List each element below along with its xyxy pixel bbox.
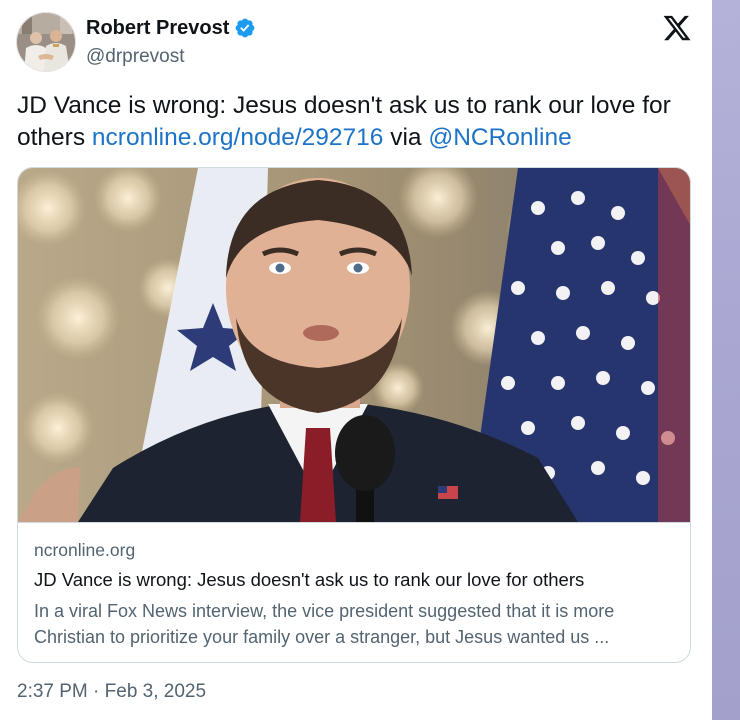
- avatar[interactable]: [16, 12, 76, 72]
- tweet-url-link[interactable]: ncronline.org/node/292716: [92, 124, 384, 151]
- tweet-card: Robert Prevost @drprevost JD Vance is wr…: [0, 0, 712, 720]
- author-name[interactable]: Robert Prevost: [86, 16, 229, 40]
- author-handle[interactable]: @drprevost: [86, 46, 185, 68]
- card-divider: [18, 522, 690, 523]
- x-logo-icon[interactable]: [662, 13, 692, 43]
- background-strip: [712, 0, 740, 720]
- article-image: [18, 168, 690, 522]
- author-name-row: Robert Prevost: [86, 16, 256, 40]
- card-title: JD Vance is wrong: Jesus doesn't ask us …: [34, 569, 585, 590]
- tweet-mention-link[interactable]: @NCRonline: [428, 124, 571, 151]
- tweet-via: via: [383, 124, 429, 151]
- tweet-text: JD Vance is wrong: Jesus doesn't ask us …: [17, 90, 697, 154]
- tweet-timestamp[interactable]: 2:37 PM · Feb 3, 2025: [17, 681, 206, 703]
- link-preview-card[interactable]: ncronline.org JD Vance is wrong: Jesus d…: [17, 167, 691, 663]
- card-description: In a viral Fox News interview, the vice …: [34, 601, 615, 647]
- verified-badge-icon: [234, 17, 256, 39]
- card-domain: ncronline.org: [34, 540, 136, 560]
